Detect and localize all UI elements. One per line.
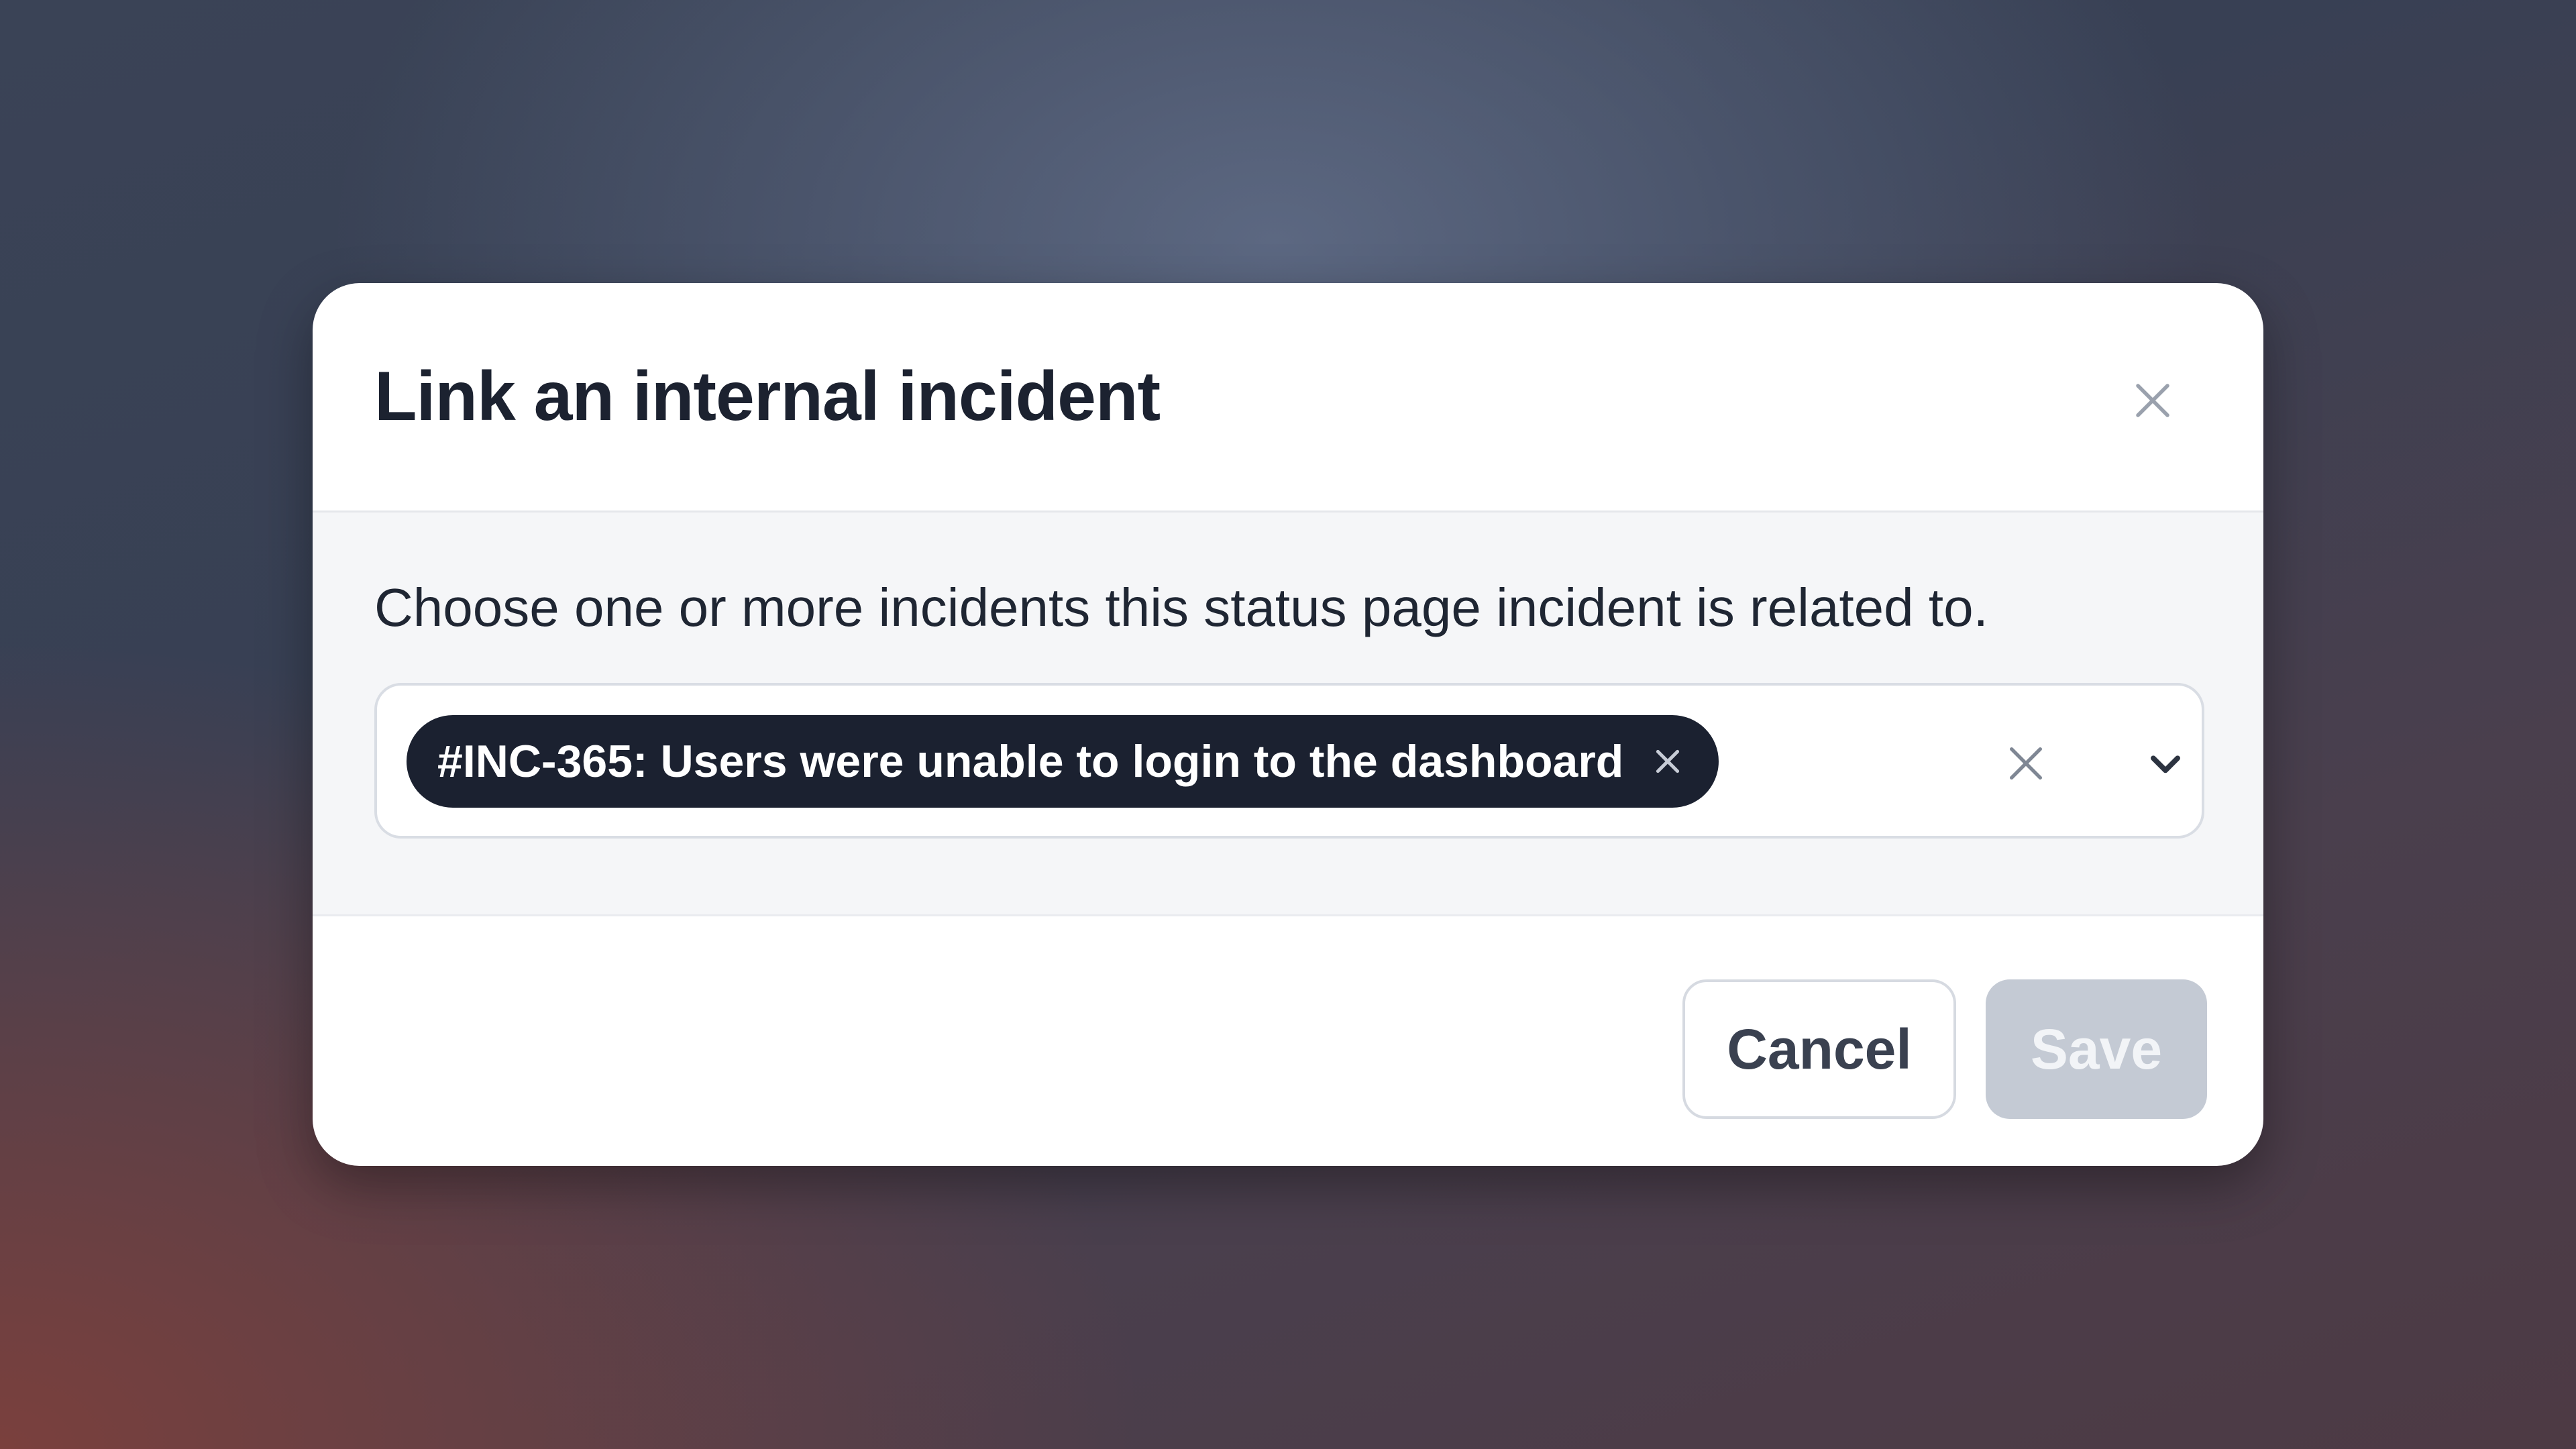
incident-multi-select[interactable]: #INC-365: Users were unable to login to … <box>374 683 2204 839</box>
dropdown-toggle[interactable] <box>2143 741 2188 786</box>
dialog-body: Choose one or more incidents this status… <box>313 513 2263 916</box>
save-button[interactable]: Save <box>1986 979 2207 1119</box>
chevron-down-icon <box>2151 755 2180 773</box>
selected-incident-label: #INC-365: Users were unable to login to … <box>437 736 1624 787</box>
x-icon <box>1656 749 1680 773</box>
clear-selection-button[interactable] <box>2003 741 2049 786</box>
remove-incident-button[interactable] <box>1649 743 1686 780</box>
selected-incident-chip: #INC-365: Users were unable to login to … <box>407 715 1719 808</box>
dialog-title: Link an internal incident <box>374 358 1161 435</box>
dialog-footer: Cancel Save <box>313 916 2263 1166</box>
x-icon <box>2010 747 2042 780</box>
close-icon <box>2136 384 2169 417</box>
dialog-header: Link an internal incident <box>313 283 2263 513</box>
link-incident-dialog: Link an internal incident Choose one or … <box>313 283 2263 1166</box>
dialog-description: Choose one or more incidents this status… <box>374 578 1988 637</box>
close-button[interactable] <box>2116 364 2190 437</box>
cancel-button[interactable]: Cancel <box>1682 979 1956 1119</box>
